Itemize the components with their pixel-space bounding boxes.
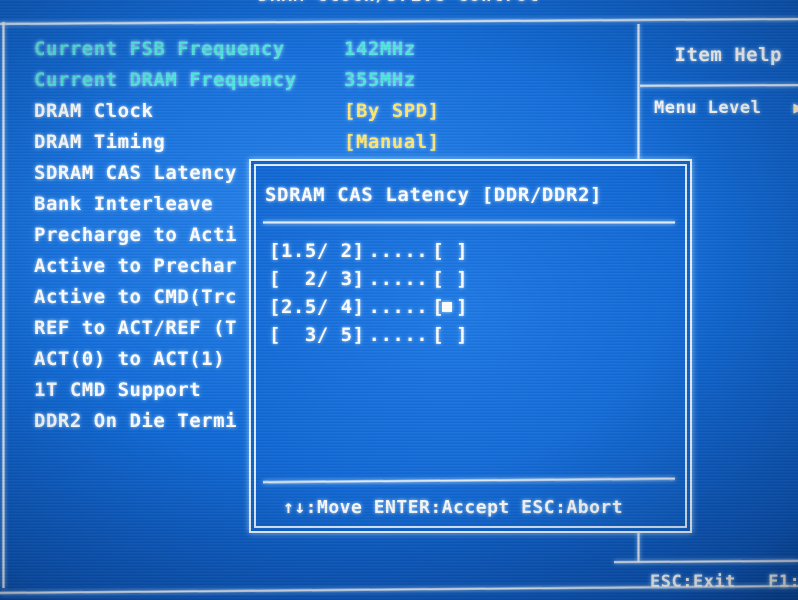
setting-label: Current FSB Frequency <box>34 37 285 60</box>
radio-empty-icon[interactable]: [ ] <box>432 268 468 290</box>
setting-row[interactable]: Current FSB Frequency 142MHz <box>34 33 440 64</box>
option-leader-dots: ..... <box>368 324 429 346</box>
cas-latency-dialog: SDRAM CAS Latency [DDR/DDR2] [1.5/ 2]...… <box>249 159 692 533</box>
setting-label: DRAM Clock <box>34 99 154 122</box>
setting-value[interactable]: 355MHz <box>344 69 416 91</box>
frame-left-border <box>2 22 5 588</box>
setting-row[interactable]: DRAM Clock [By SPD] <box>34 95 440 126</box>
option-leader-dots: ..... <box>368 240 429 262</box>
option-label: [2.5/ 4] <box>269 296 365 318</box>
radio-empty-icon[interactable]: [ ] <box>432 324 468 346</box>
dialog-key-hints: ↑↓:Move ENTER:Accept ESC:Abort <box>283 497 624 518</box>
setting-row[interactable]: Current DRAM Frequency 355MHz <box>34 64 440 95</box>
setting-value[interactable]: [By SPD] <box>344 100 440 122</box>
cas-latency-option[interactable]: [2.5/ 4].....[ ] <box>269 293 468 321</box>
selection-marker <box>442 302 453 312</box>
setting-value[interactable]: 142MHz <box>344 38 416 60</box>
dialog-footer-rule <box>262 477 676 484</box>
dialog-title-rule <box>263 221 675 224</box>
bottom-hints: ESC:Exit F1:Gener <box>650 572 798 592</box>
setting-label: DRAM Timing <box>34 130 166 153</box>
item-help-underline <box>639 83 798 88</box>
frame-top-border <box>0 17 798 26</box>
item-help-title: Item Help <box>674 44 782 66</box>
bios-screen: DRAM Clock/Drive Control Current FSB Fre… <box>0 0 798 600</box>
option-label: [ 3/ 5] <box>269 324 365 346</box>
cas-latency-option-list: [1.5/ 2].....[ ][ 2/ 3].....[ ] [2.5/ 4].… <box>269 237 468 349</box>
window-title: DRAM Clock/Drive Control <box>0 0 798 6</box>
setting-label: Current DRAM Frequency <box>34 68 297 91</box>
radio-selected-icon[interactable]: [ ] <box>432 296 468 318</box>
cas-latency-option[interactable]: [1.5/ 2].....[ ] <box>269 237 468 265</box>
option-leader-dots: ..... <box>368 296 429 318</box>
setting-value[interactable]: [Manual] <box>344 131 440 153</box>
menu-level-label: Menu Level <box>654 98 762 118</box>
option-label: [ 2/ 3] <box>269 268 365 290</box>
radio-empty-icon[interactable]: [ ] <box>432 240 468 262</box>
option-label: [1.5/ 2] <box>269 240 365 262</box>
menu-level-row: Menu Level ▶ <box>654 98 798 118</box>
dialog-title: SDRAM CAS Latency [DDR/DDR2] <box>265 184 603 206</box>
setting-row[interactable]: DRAM Timing [Manual] <box>34 126 440 157</box>
chevron-right-icon: ▶ <box>793 98 798 118</box>
cas-latency-option[interactable]: [ 2/ 3].....[ ] <box>269 265 468 293</box>
option-leader-dots: ..... <box>368 268 429 290</box>
footer-separator <box>613 559 798 564</box>
cas-latency-option[interactable]: [ 3/ 5].....[ ] <box>269 321 468 349</box>
